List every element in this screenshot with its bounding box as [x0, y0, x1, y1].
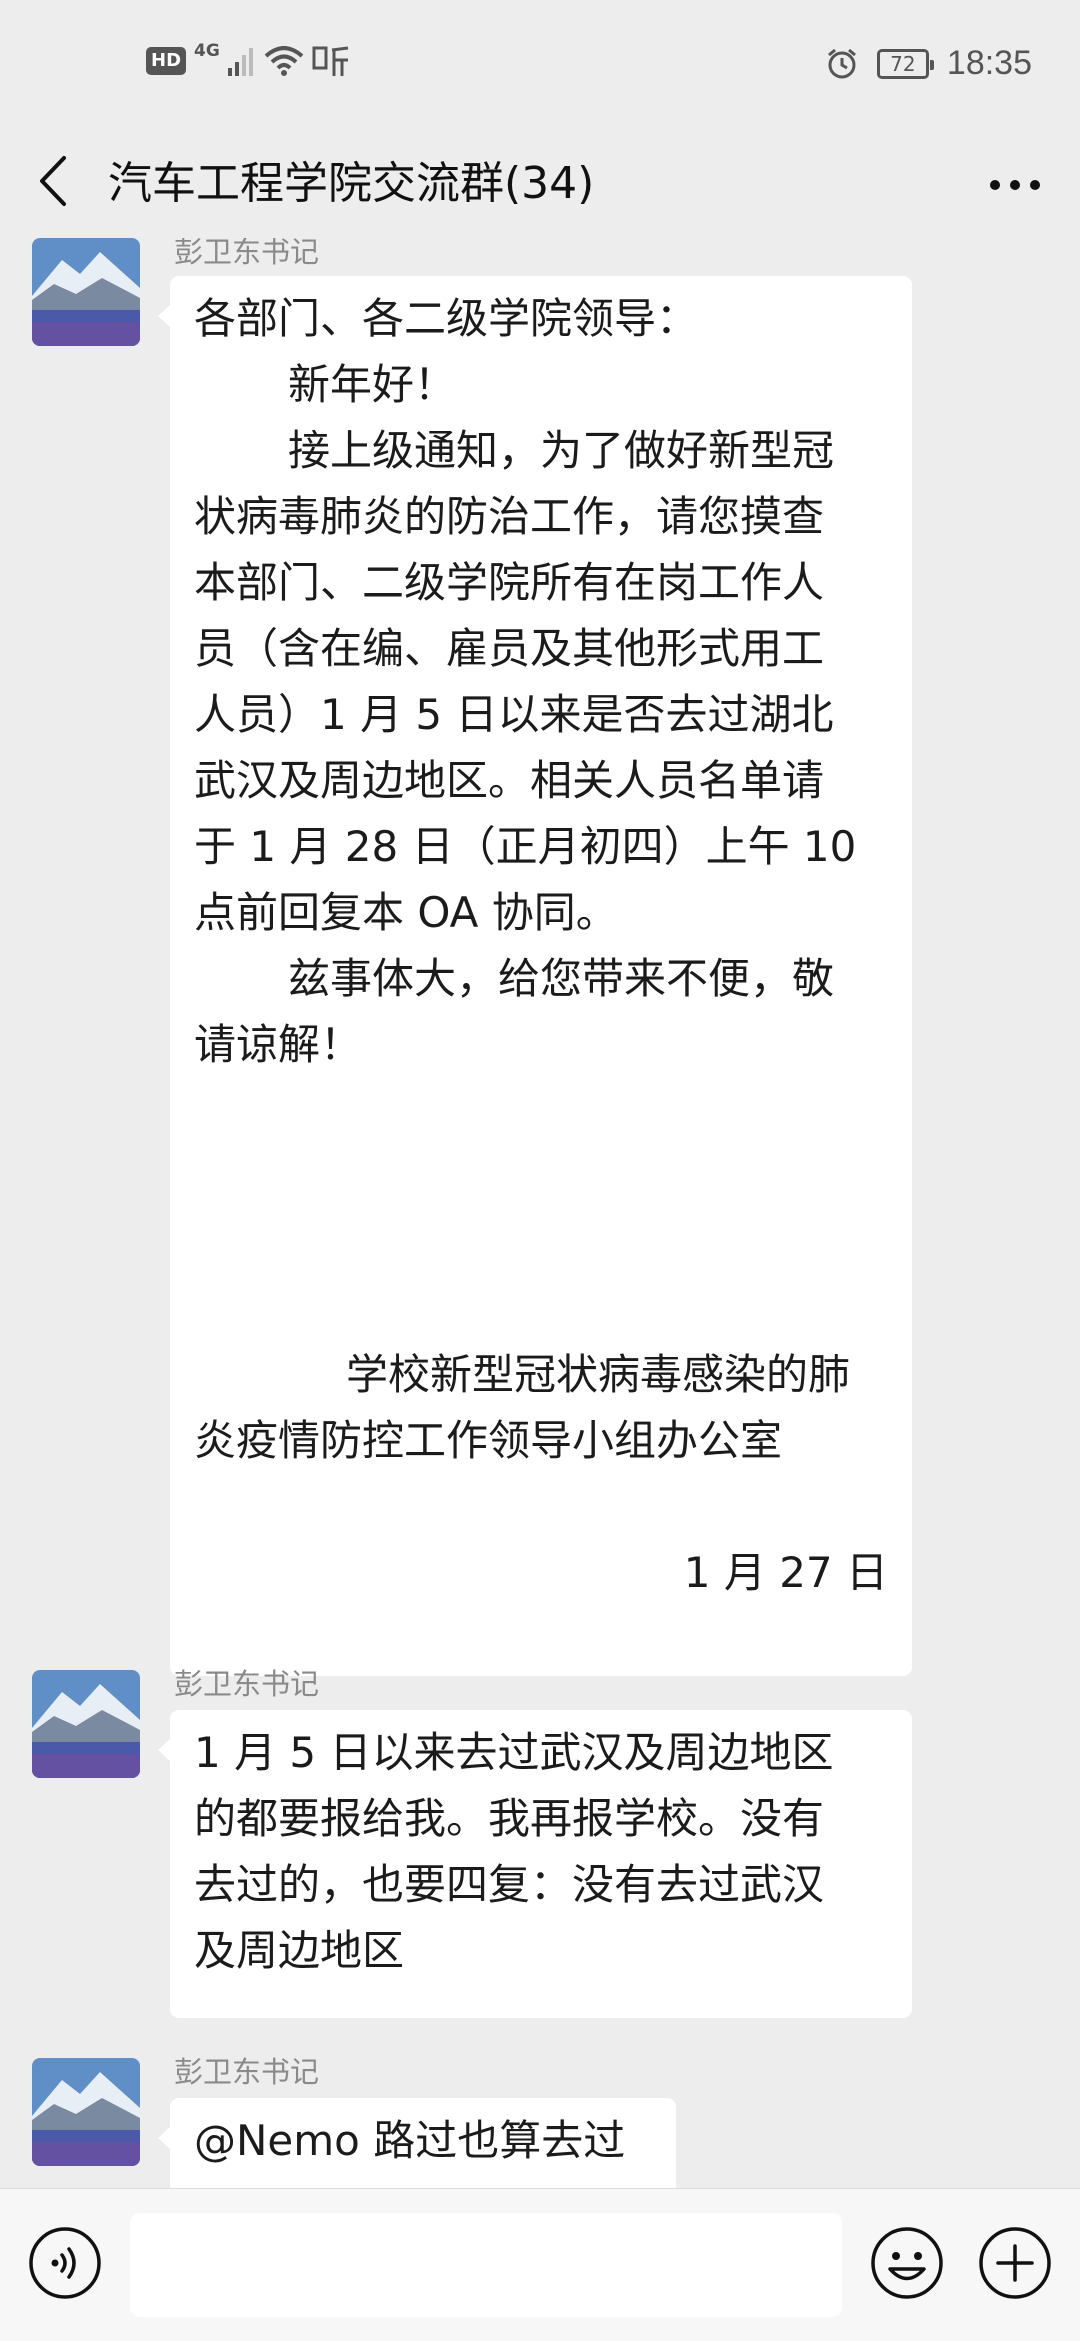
message-line: 请谅解！ [194, 1020, 363, 1069]
sender-name: 彭卫东书记 [174, 2055, 320, 2089]
more-options-button[interactable] [980, 150, 1050, 220]
message-line: 状病毒肺炎的防治工作，请您摸查 [194, 492, 825, 541]
emoji-icon [871, 2227, 943, 2299]
voice-icon [29, 2227, 101, 2299]
message-bubble[interactable]: 1 月 5 日以来去过武汉及周边地区 的都要报给我。我再报学校。没有 去过的，也… [158, 1710, 912, 2018]
message-line: 武汉及周边地区。相关人员名单请 [194, 756, 825, 805]
message-line: 本部门、二级学院所有在岗工作人 [194, 558, 825, 607]
message-line: 及周边地区 [194, 1926, 405, 1975]
message-bubble[interactable]: @Nemo 路过也算去过 [158, 2098, 676, 2188]
back-button[interactable] [28, 146, 78, 216]
signature-line: 学校新型冠状病毒感染的肺 [346, 1350, 851, 1399]
blank-spacer [194, 1078, 888, 1342]
chat-header: 汽车工程学院交流群(34) [0, 132, 1080, 238]
message-line: 的都要报给我。我再报学校。没有 [194, 1794, 825, 1843]
listen-icon [312, 46, 348, 76]
input-bar [0, 2188, 1080, 2341]
message-date: 1 月 27 日 [683, 1548, 888, 1597]
wifi-icon [264, 46, 304, 76]
more-functions-button[interactable] [978, 2226, 1052, 2300]
hd-badge: HD [146, 47, 187, 75]
message-line: @Nemo 路过也算去过 [194, 2116, 626, 2165]
message-input[interactable] [130, 2213, 842, 2317]
avatar[interactable] [32, 1670, 140, 1778]
back-arrow-icon [40, 156, 66, 206]
emoji-button[interactable] [870, 2226, 944, 2300]
message-line: 接上级通知，为了做好新型冠 [288, 426, 835, 475]
message-line: 各部门、各二级学院领导： [194, 294, 699, 343]
status-right: 72 18:35 [825, 44, 1032, 83]
plus-icon [979, 2227, 1051, 2299]
voice-input-button[interactable] [28, 2226, 102, 2300]
message-list[interactable]: 彭卫东书记 各部门、各二级学院领导： 新年好！ 接上级通知，为了做好新型冠 状病… [0, 238, 1080, 2188]
battery-indicator: 72 [876, 48, 934, 79]
message-line: 1 月 5 日以来去过武汉及周边地区 [194, 1728, 834, 1777]
message-line: 去过的，也要四复：没有去过武汉 [194, 1860, 825, 1909]
message-line: 兹事体大，给您带来不便，敬 [288, 954, 835, 1003]
sender-name: 彭卫东书记 [174, 1667, 320, 1701]
message-line: 新年好！ [288, 360, 457, 409]
message-line: 于 1 月 28 日（正月初四）上午 10 [194, 822, 857, 871]
message-line: 员（含在编、雇员及其他形式用工 [194, 624, 825, 673]
chat-title: 汽车工程学院交流群(34) [108, 158, 595, 209]
signature-line: 炎疫情防控工作领导小组办公室 [194, 1416, 783, 1465]
status-bar: HD 4G 72 18:35 [0, 0, 1080, 132]
battery-level: 72 [890, 51, 916, 76]
network-type: 4G [194, 41, 220, 61]
signal-icon [227, 48, 253, 76]
more-dots-icon [990, 180, 1040, 190]
message-line: 人员）1 月 5 日以来是否去过湖北 [194, 690, 834, 739]
alarm-icon [827, 48, 856, 78]
sender-name: 彭卫东书记 [174, 238, 320, 269]
status-left: HD 4G [146, 41, 352, 78]
avatar[interactable] [32, 2058, 140, 2166]
clock: 18:35 [946, 44, 1032, 82]
avatar[interactable] [32, 238, 140, 346]
blank-spacer [194, 1474, 888, 1540]
message-bubble[interactable]: 各部门、各二级学院领导： 新年好！ 接上级通知，为了做好新型冠 状病毒肺炎的防治… [158, 276, 912, 1676]
message-line: 点前回复本 OA 协同。 [194, 888, 618, 937]
